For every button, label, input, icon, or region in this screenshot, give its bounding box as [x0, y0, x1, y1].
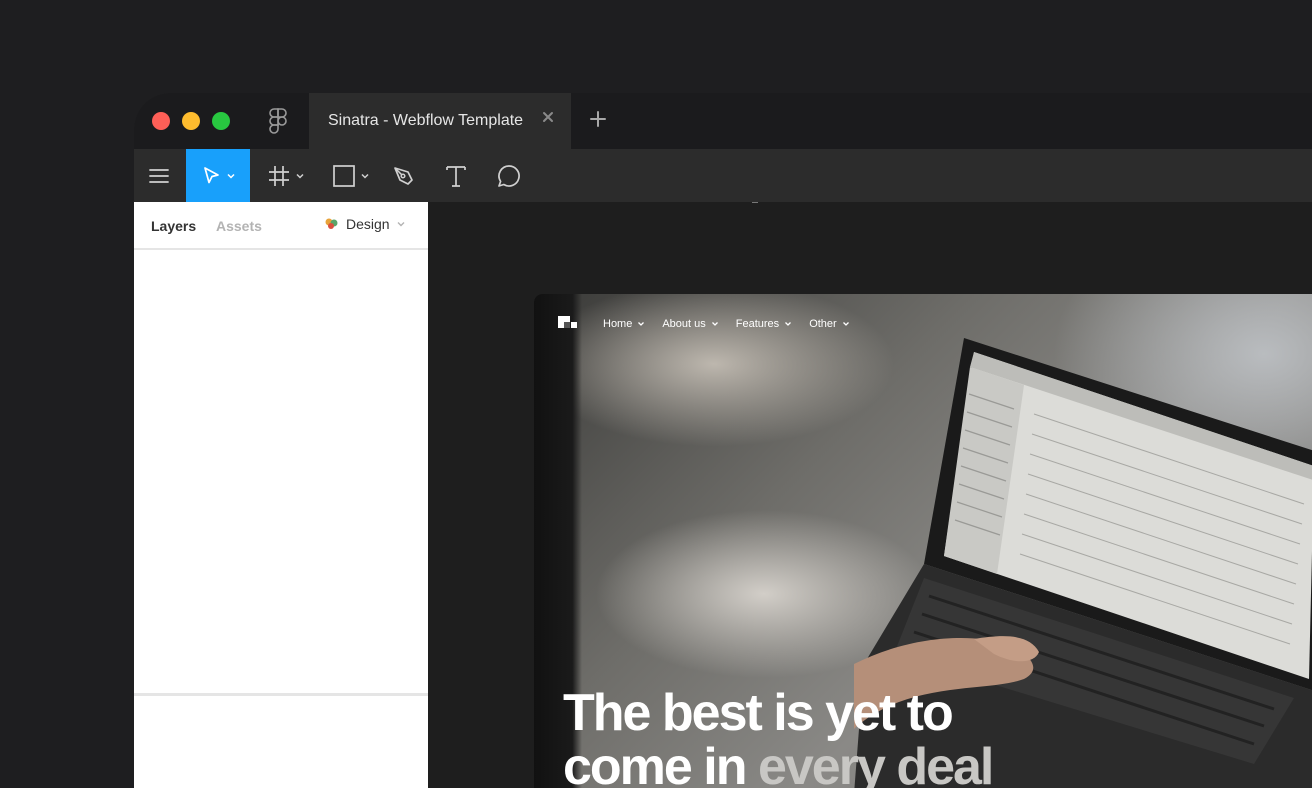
nav-other-label: Other: [809, 318, 837, 330]
page-select-label: Design: [346, 216, 390, 232]
page-select[interactable]: Design: [324, 216, 406, 232]
title-bar: Sinatra - Webflow Template: [134, 93, 1312, 149]
frame-hash-icon: [269, 165, 289, 186]
frame-tool-button[interactable]: [264, 149, 308, 202]
main-menu-button[interactable]: [146, 149, 172, 202]
palette-icon: [325, 218, 338, 229]
hero-line-2: come in every deal: [563, 738, 994, 788]
website-frame[interactable]: Home About us Features Other The best is…: [534, 294, 1312, 788]
tab-title: Sinatra - Webflow Template: [328, 112, 524, 129]
chevron-down-icon: [397, 222, 405, 227]
text-t-icon: [446, 165, 466, 187]
toolbar: [134, 149, 1312, 202]
chevron-down-icon: [842, 322, 849, 326]
minimize-window-button[interactable]: [182, 112, 200, 130]
nav-home[interactable]: Home: [603, 318, 645, 330]
panel-divider: [134, 693, 428, 696]
tab-layers[interactable]: Layers: [151, 218, 196, 234]
nav-about-us[interactable]: About us: [662, 318, 718, 330]
hero-heading: The best is yet to come in every deal: [563, 684, 994, 788]
text-tool-button[interactable]: [442, 149, 470, 202]
figma-logo-icon[interactable]: [267, 108, 289, 134]
close-tab-icon[interactable]: [541, 110, 555, 124]
new-tab-icon[interactable]: [589, 110, 607, 128]
hero-line-2-highlight: every deal: [757, 738, 994, 788]
speech-bubble-icon: [498, 164, 520, 187]
hero-line-2-start: come in: [563, 738, 747, 788]
nav-home-label: Home: [603, 318, 633, 330]
left-panel: Layers Assets Design: [134, 202, 428, 788]
shape-tool-button[interactable]: [329, 149, 373, 202]
chevron-down-icon: [361, 173, 369, 179]
chevron-down-icon: [227, 173, 235, 179]
hamburger-icon: [149, 168, 169, 183]
hero-line-1: The best is yet to: [563, 684, 954, 742]
chevron-down-icon: [711, 322, 718, 326]
nav-other[interactable]: Other: [809, 318, 850, 330]
rectangle-icon: [333, 164, 355, 187]
panel-tabs: Layers Assets Design: [134, 202, 428, 250]
site-logo-icon[interactable]: [558, 316, 578, 332]
chevron-down-icon: [785, 322, 792, 326]
chevron-down-icon: [296, 173, 304, 179]
canvas-tick-mark: [752, 202, 758, 203]
maximize-window-button[interactable]: [212, 112, 230, 130]
nav-features[interactable]: Features: [736, 318, 792, 330]
nav-about-label: About us: [662, 318, 706, 330]
comment-tool-button[interactable]: [494, 149, 524, 202]
document-tab[interactable]: Sinatra - Webflow Template: [309, 93, 571, 149]
pen-tool-button[interactable]: [390, 149, 418, 202]
cursor-arrow-icon: [204, 166, 219, 183]
site-nav: Home About us Features Other: [558, 316, 867, 332]
close-window-button[interactable]: [152, 112, 170, 130]
move-tool-button[interactable]: [186, 149, 250, 202]
nav-features-label: Features: [735, 318, 780, 330]
canvas[interactable]: Home About us Features Other The best is…: [428, 202, 1312, 788]
chevron-down-icon: [638, 322, 645, 326]
pen-nib-icon: [394, 166, 413, 185]
figma-window: Sinatra - Webflow Template Layers Assets…: [134, 93, 1312, 788]
tab-assets[interactable]: Assets: [216, 218, 262, 234]
